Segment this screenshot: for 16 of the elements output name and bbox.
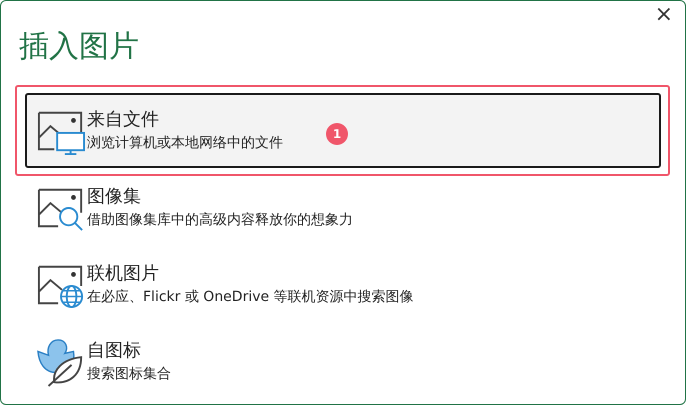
- option-description: 搜索图标集合: [87, 365, 171, 383]
- duck-leaf-icon: [37, 336, 85, 386]
- option-card[interactable]: 来自文件 浏览计算机或本地网络中的文件 1: [25, 93, 661, 168]
- dialog-title: 插入图片: [19, 29, 139, 65]
- option-title: 图像集: [87, 186, 142, 208]
- option-title: 联机图片: [87, 263, 160, 285]
- option-description: 在必应、Flickr 或 OneDrive 等联机资源中搜索图像: [87, 288, 414, 306]
- option-card[interactable]: 图像集 借助图像集库中的高级内容释放你的想象力: [25, 170, 661, 245]
- option-title: 自图标: [87, 340, 142, 362]
- option-description: 浏览计算机或本地网络中的文件: [87, 134, 283, 152]
- option-description: 借助图像集库中的高级内容释放你的想象力: [87, 211, 353, 229]
- close-button[interactable]: ×: [650, 3, 677, 27]
- option-card[interactable]: 联机图片 在必应、Flickr 或 OneDrive 等联机资源中搜索图像: [25, 247, 661, 322]
- option-title: 来自文件: [87, 109, 160, 131]
- option-card[interactable]: 自图标 搜索图标集合: [25, 324, 661, 399]
- step-badge: 1: [326, 123, 348, 145]
